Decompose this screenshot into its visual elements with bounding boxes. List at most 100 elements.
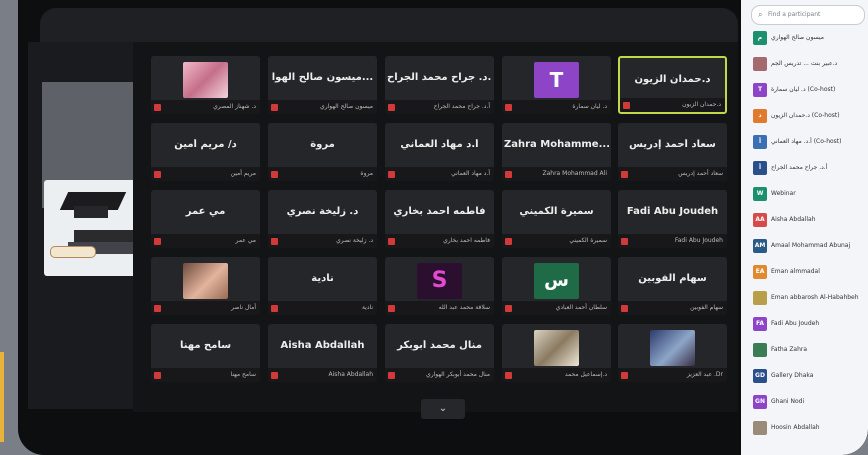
- participant-list-avatar: AM: [753, 239, 767, 253]
- participant-video-tile[interactable]: S سلافة محمد عبد الله: [385, 257, 494, 315]
- participant-list-avatar: AA: [753, 213, 767, 227]
- participant-list-item[interactable]: EA Eman almmadal: [753, 264, 865, 280]
- participant-search-input[interactable]: ⌕ Find a participant: [751, 5, 865, 25]
- participant-display-name: Zahra Mohamme...: [504, 139, 609, 150]
- graduation-cap-image: [44, 180, 142, 276]
- participant-caption: سهام الفوبين: [690, 304, 723, 311]
- participant-video-tile[interactable]: منال محمد أبوبكر منال محمد أبوبكر الهواري: [385, 324, 494, 382]
- participant-video-tile[interactable]: T د. ليان سمارة: [502, 56, 611, 114]
- participant-list-item[interactable]: Hoosin Abdallah: [753, 420, 865, 436]
- tile-footer: فاطمه احمد بخاري: [385, 234, 494, 248]
- participant-video-tile[interactable]: مروة مروة: [268, 123, 377, 181]
- participant-list-item[interactable]: W Webinar: [753, 186, 865, 202]
- tile-footer: مروة: [268, 167, 377, 181]
- participant-caption: مروة: [360, 170, 373, 177]
- tile-footer: د.إسماعيل محمد: [502, 368, 611, 382]
- tile-footer: سعاد أحمد إدريس: [618, 167, 727, 181]
- muted-mic-icon: [388, 305, 395, 312]
- participant-display-name: منال محمد أبوبكر: [397, 340, 482, 351]
- more-participants-button[interactable]: ⌄: [421, 399, 465, 419]
- muted-mic-icon: [388, 372, 395, 379]
- participant-display-name: د/ مريم أمين: [174, 139, 237, 150]
- participant-list-item[interactable]: أ أ.د. جراح محمد الجراح: [753, 160, 865, 176]
- participants-panel: ⌕ Find a participant م ميسون صالح الهواري…: [741, 0, 868, 455]
- tile-footer: د. شهناز المصري: [151, 100, 260, 114]
- participant-list-item[interactable]: د د.حمدان الزيون (Co-host): [753, 108, 865, 124]
- participant-caption: د.إسماعيل محمد: [564, 371, 607, 378]
- participant-list-item[interactable]: د.عبير بنت ... تدريس الجم: [753, 56, 865, 72]
- participant-list-item[interactable]: T د. ليان سمارة (Co-host): [753, 82, 865, 98]
- participant-list-item[interactable]: م ميسون صالح الهواري: [753, 30, 865, 46]
- participant-list-item[interactable]: AA Aisha Abdallah: [753, 212, 865, 228]
- participant-video-tile[interactable]: سعاد أحمد إدريس سعاد أحمد إدريس: [618, 123, 727, 181]
- muted-mic-icon: [271, 372, 278, 379]
- muted-mic-icon: [388, 171, 395, 178]
- participant-video-tile[interactable]: سميرة الكميني سميرة الكميني: [502, 190, 611, 248]
- participant-caption: سامح مهنا: [230, 371, 256, 378]
- participant-video-tile[interactable]: د.حمدان الزيون د.حمدان الزيون: [618, 56, 727, 114]
- participant-video-tile[interactable]: نادية نادية: [268, 257, 377, 315]
- participant-video-tile[interactable]: سامح مهنا سامح مهنا: [151, 324, 260, 382]
- participant-video-tile[interactable]: Zahra Mohamme... Zahra Mohammad Ali: [502, 123, 611, 181]
- participant-video-tile[interactable]: سهام الفوبين سهام الفوبين: [618, 257, 727, 315]
- participant-video-tile[interactable]: د/ مريم أمين مريم أمين: [151, 123, 260, 181]
- participant-list-item[interactable]: AM Amaal Mohammad Abunaj: [753, 238, 865, 254]
- participant-video-tile[interactable]: أ.د. جراح محمد الجراح أ.د. جراح محمد الجر…: [385, 56, 494, 114]
- participant-display-name: مروة: [310, 139, 335, 150]
- participant-video-tile[interactable]: د.إسماعيل محمد: [502, 324, 611, 382]
- participant-display-name: نادية: [311, 273, 334, 284]
- participant-list-name: أ.د. مهاد العماني (Co-host): [771, 138, 842, 145]
- muted-mic-icon: [388, 104, 395, 111]
- participant-video-tile[interactable]: مي عمر مي عمر: [151, 190, 260, 248]
- muted-mic-icon: [505, 372, 512, 379]
- participant-list-avatar: T: [753, 83, 767, 97]
- participant-list-name: Ghani Nodi: [771, 398, 805, 405]
- participant-video-tile[interactable]: Fadi Abu Joudeh Fadi Abu Joudeh: [618, 190, 727, 248]
- graduation-cap-base: [74, 206, 108, 218]
- search-placeholder: Find a participant: [768, 11, 821, 18]
- muted-mic-icon: [621, 171, 628, 178]
- participant-list-name: د. ليان سمارة (Co-host): [771, 86, 836, 93]
- tile-footer: Dr. عبد العزيز: [618, 368, 727, 382]
- participant-list-name: Eman abbarosh Al-Habahbeh: [771, 294, 859, 301]
- participant-video-tile[interactable]: أ.د مهاد العماني أ.د مهاد العماني: [385, 123, 494, 181]
- participant-video-tile[interactable]: فاطمه احمد بخاري فاطمه احمد بخاري: [385, 190, 494, 248]
- participant-display-name: سميرة الكميني: [519, 206, 594, 217]
- participant-video-tile[interactable]: Aisha Abdallah Aisha Abdallah: [268, 324, 377, 382]
- video-gallery-grid: د. شهناز المصري ميسون صالح الهوا... ميسون …: [133, 42, 738, 412]
- participant-video-tile[interactable]: Dr. عبد العزيز: [618, 324, 727, 382]
- participant-list-item[interactable]: GN Ghani Nodi: [753, 394, 865, 410]
- participant-avatar: [183, 263, 228, 299]
- muted-mic-icon: [388, 238, 395, 245]
- participant-list-item[interactable]: أ أ.د. مهاد العماني (Co-host): [753, 134, 865, 150]
- participant-video-tile[interactable]: د. زليخة نصري د. زليخة نصري: [268, 190, 377, 248]
- participant-avatar: س: [534, 263, 579, 299]
- participant-video-tile[interactable]: د. شهناز المصري: [151, 56, 260, 114]
- tile-footer: أ.د. جراح محمد الجراح: [385, 100, 494, 114]
- participant-list-avatar: EA: [753, 265, 767, 279]
- muted-mic-icon: [505, 305, 512, 312]
- participant-list-item[interactable]: Eman abbarosh Al-Habahbeh: [753, 290, 865, 306]
- participant-list-item[interactable]: Fatha Zahra: [753, 342, 865, 358]
- participant-display-name: د. زليخة نصري: [286, 206, 359, 217]
- participant-list-item[interactable]: GD Gallery Dhaka: [753, 368, 865, 384]
- participant-video-tile[interactable]: أمال ناصر: [151, 257, 260, 315]
- participant-list-name: أ.د. جراح محمد الجراح: [771, 164, 828, 171]
- muted-mic-icon: [621, 372, 628, 379]
- participant-video-tile[interactable]: ميسون صالح الهوا... ميسون صالح الهواري: [268, 56, 377, 114]
- participant-caption: أ.د. جراح محمد الجراح: [433, 103, 490, 110]
- participant-display-name: أ.د. جراح محمد الجراح: [387, 72, 492, 83]
- participant-caption: د. ليان سمارة: [572, 103, 607, 110]
- participant-caption: أ.د مهاد العماني: [451, 170, 490, 177]
- book-shape: [74, 230, 136, 242]
- participant-display-name: سعاد أحمد إدريس: [629, 139, 716, 150]
- participant-caption: مي عمر: [235, 237, 256, 244]
- tile-footer: أمال ناصر: [151, 301, 260, 315]
- tile-footer: نادية: [268, 301, 377, 315]
- participant-list-name: Aisha Abdallah: [771, 216, 816, 223]
- participant-list-avatar: د: [753, 109, 767, 123]
- muted-mic-icon: [271, 171, 278, 178]
- participant-video-tile[interactable]: س سلطان أحمد العبادي: [502, 257, 611, 315]
- participant-display-name: د.حمدان الزيون: [634, 74, 711, 85]
- participant-list-item[interactable]: FA Fadi Abu Joudeh: [753, 316, 865, 332]
